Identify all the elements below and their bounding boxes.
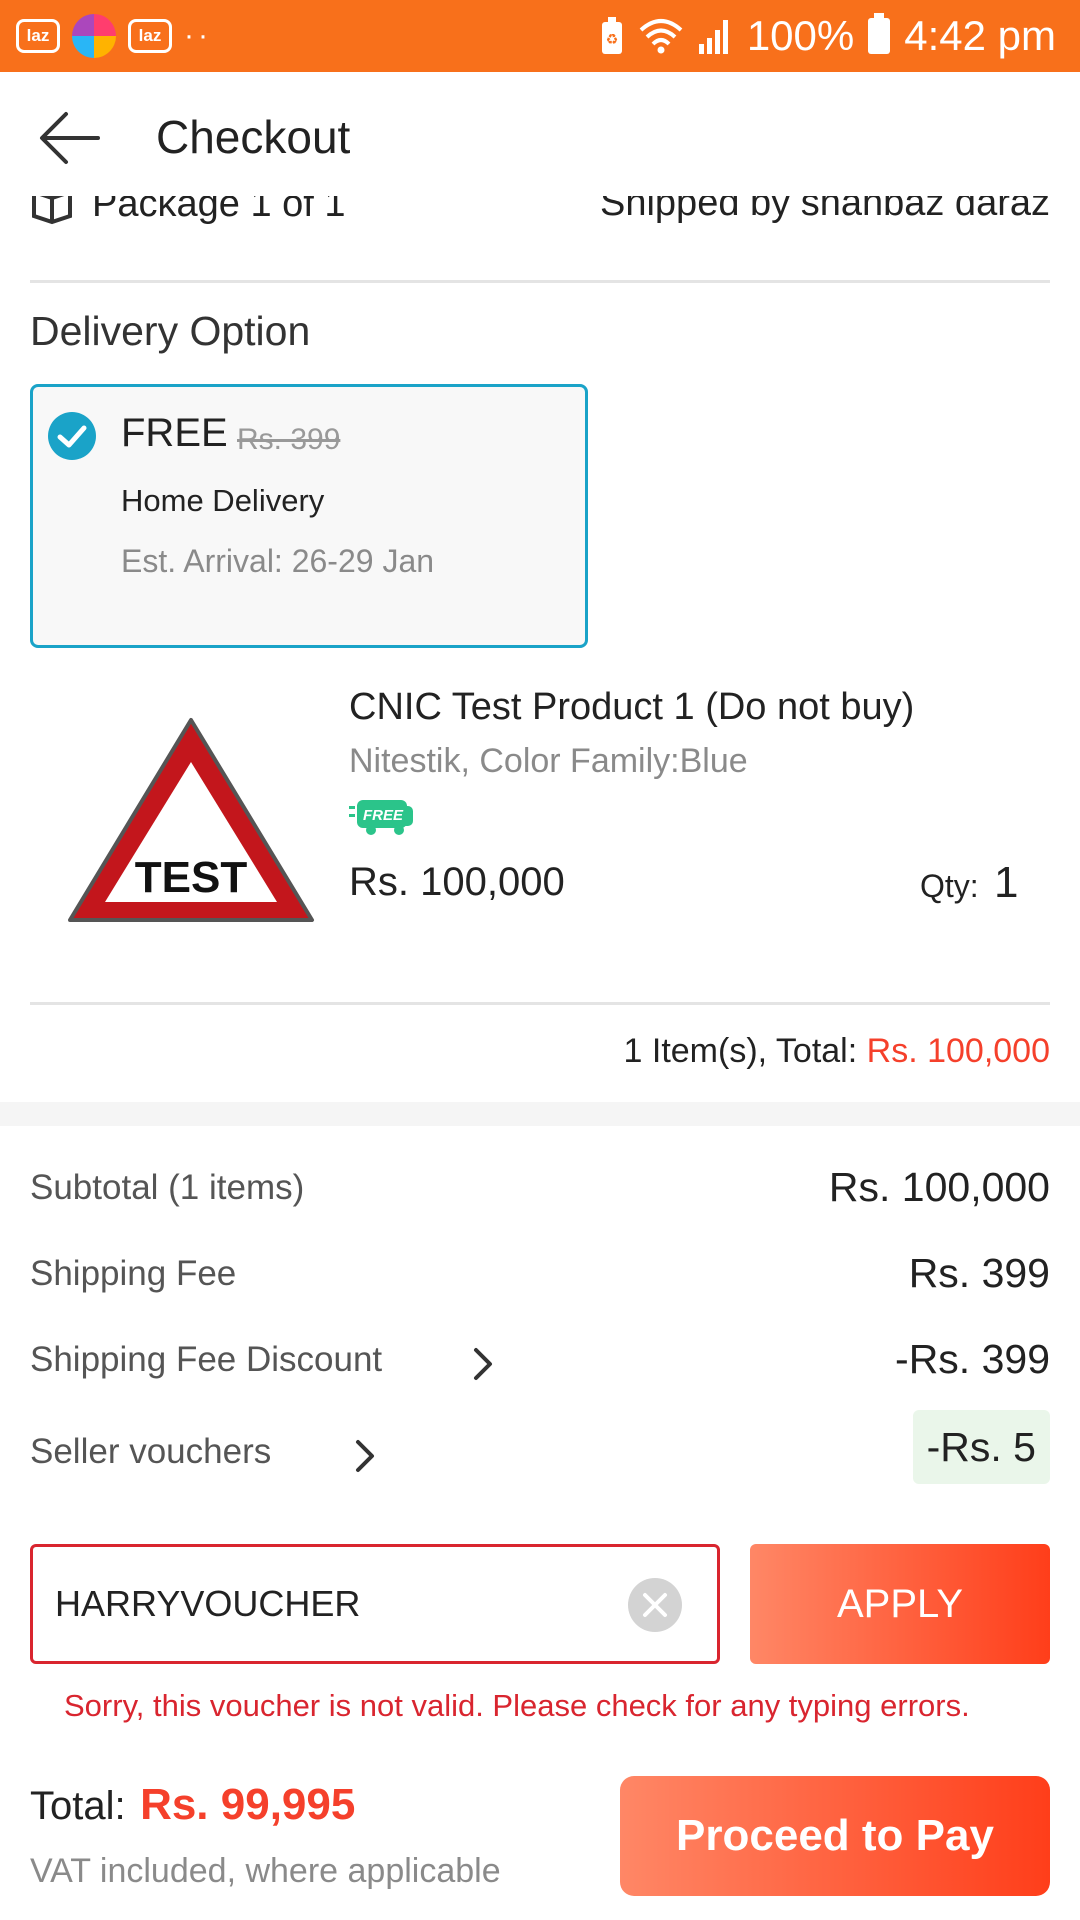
total-label: Total:: [30, 1784, 126, 1828]
delivery-price: FREE: [121, 411, 228, 455]
signal-icon: [698, 20, 728, 54]
subtotal-value: Rs. 100,000: [828, 1164, 1050, 1210]
section-separator: [0, 1102, 1080, 1126]
browser-app-icon: [72, 14, 116, 58]
delivery-option-title: Delivery Option: [30, 308, 311, 354]
product-price: Rs. 100,000: [349, 860, 565, 904]
page-title: Checkout: [156, 111, 351, 163]
total-value: Rs. 99,995: [140, 1780, 356, 1829]
voucher-code-input[interactable]: HARRYVOUCHER: [30, 1544, 720, 1664]
qty-label: Qty:: [920, 868, 979, 904]
wifi-icon: [639, 19, 683, 54]
product-name[interactable]: CNIC Test Product 1 (Do not buy): [349, 686, 914, 729]
items-total-value: Rs. 100,000: [866, 1032, 1050, 1070]
clock: 4:42 pm: [904, 12, 1056, 59]
package-label: Package 1 of 1: [92, 196, 346, 225]
items-total: 1 Item(s), Total: Rs. 100,000: [624, 1032, 1050, 1071]
vat-note: VAT included, where applicable: [30, 1852, 501, 1890]
battery-saver-icon: ♻: [601, 17, 622, 54]
seller-vouchers-value: -Rs. 5: [912, 1410, 1050, 1484]
shipped-by: Shipped by shahbaz daraz: [600, 196, 1050, 224]
delivery-type: Home Delivery: [121, 483, 325, 518]
seller-vouchers-label: Seller vouchers: [30, 1432, 272, 1471]
lazada-app-icon-2: laz: [128, 19, 172, 53]
items-total-label: 1 Item(s), Total:: [623, 1032, 858, 1070]
chevron-right-icon[interactable]: [354, 1438, 376, 1474]
free-shipping-badge-icon: FREE: [349, 800, 413, 835]
shipping-fee-value: Rs. 399: [908, 1250, 1050, 1296]
clear-input-icon[interactable]: [627, 1577, 683, 1633]
estimated-arrival: Est. Arrival: 26-29 Jan: [121, 543, 435, 579]
shipping-discount-label: Shipping Fee Discount: [30, 1340, 383, 1379]
free-badge-text: FREE: [363, 807, 404, 824]
subtotal-label: Subtotal (1 items): [30, 1168, 305, 1207]
product-variant: Nitestik, Color Family:Blue: [349, 742, 748, 780]
voucher-error-message: Sorry, this voucher is not valid. Please…: [64, 1688, 970, 1723]
battery-percent: 100%: [746, 12, 855, 59]
header: Checkout: [0, 72, 1080, 202]
voucher-code-value[interactable]: HARRYVOUCHER: [55, 1583, 360, 1625]
battery-icon: [868, 13, 891, 54]
proceed-to-pay-button[interactable]: Proceed to Pay: [620, 1776, 1050, 1896]
delivery-option-card[interactable]: FREE Rs. 399 Home Delivery Est. Arrival:…: [30, 384, 588, 648]
more-notifications-icon: ··: [184, 19, 212, 52]
notification-icons: laz laz ··: [16, 14, 212, 58]
divider: [30, 1002, 1050, 1005]
back-arrow-icon[interactable]: [38, 110, 100, 166]
shipping-discount-value: -Rs. 399: [895, 1336, 1050, 1382]
shipping-fee-row: Shipping Fee Rs. 399: [30, 1250, 1050, 1314]
system-indicators: ♻ 100% 4:42 pm: [599, 12, 1056, 60]
divider: [30, 280, 1050, 283]
lazada-app-icon: laz: [16, 19, 60, 53]
shipping-discount-row[interactable]: Shipping Fee Discount -Rs. 399: [30, 1336, 1050, 1400]
product-image-text: TEST: [135, 853, 248, 902]
status-bar: laz laz ·· ♻ 100% 4:42 pm: [0, 0, 1080, 72]
qty-value: 1: [994, 858, 1019, 907]
package-row: Package 1 of 1 Shipped by shahbaz daraz: [30, 196, 1050, 236]
delivery-original-price: Rs. 399: [237, 423, 341, 456]
order-total: Total: Rs. 99,995: [30, 1780, 355, 1830]
product-image: TEST: [68, 718, 314, 922]
subtotal-row: Subtotal (1 items) Rs. 100,000: [30, 1164, 1050, 1228]
apply-voucher-button[interactable]: APPLY: [750, 1544, 1050, 1664]
chevron-right-icon[interactable]: [472, 1346, 494, 1382]
svg-text:♻: ♻: [606, 32, 619, 48]
check-circle-icon: [48, 412, 96, 460]
seller-vouchers-row[interactable]: Seller vouchers -Rs. 5: [30, 1410, 1050, 1492]
package-icon: [32, 196, 72, 225]
shipping-fee-label: Shipping Fee: [30, 1254, 237, 1293]
